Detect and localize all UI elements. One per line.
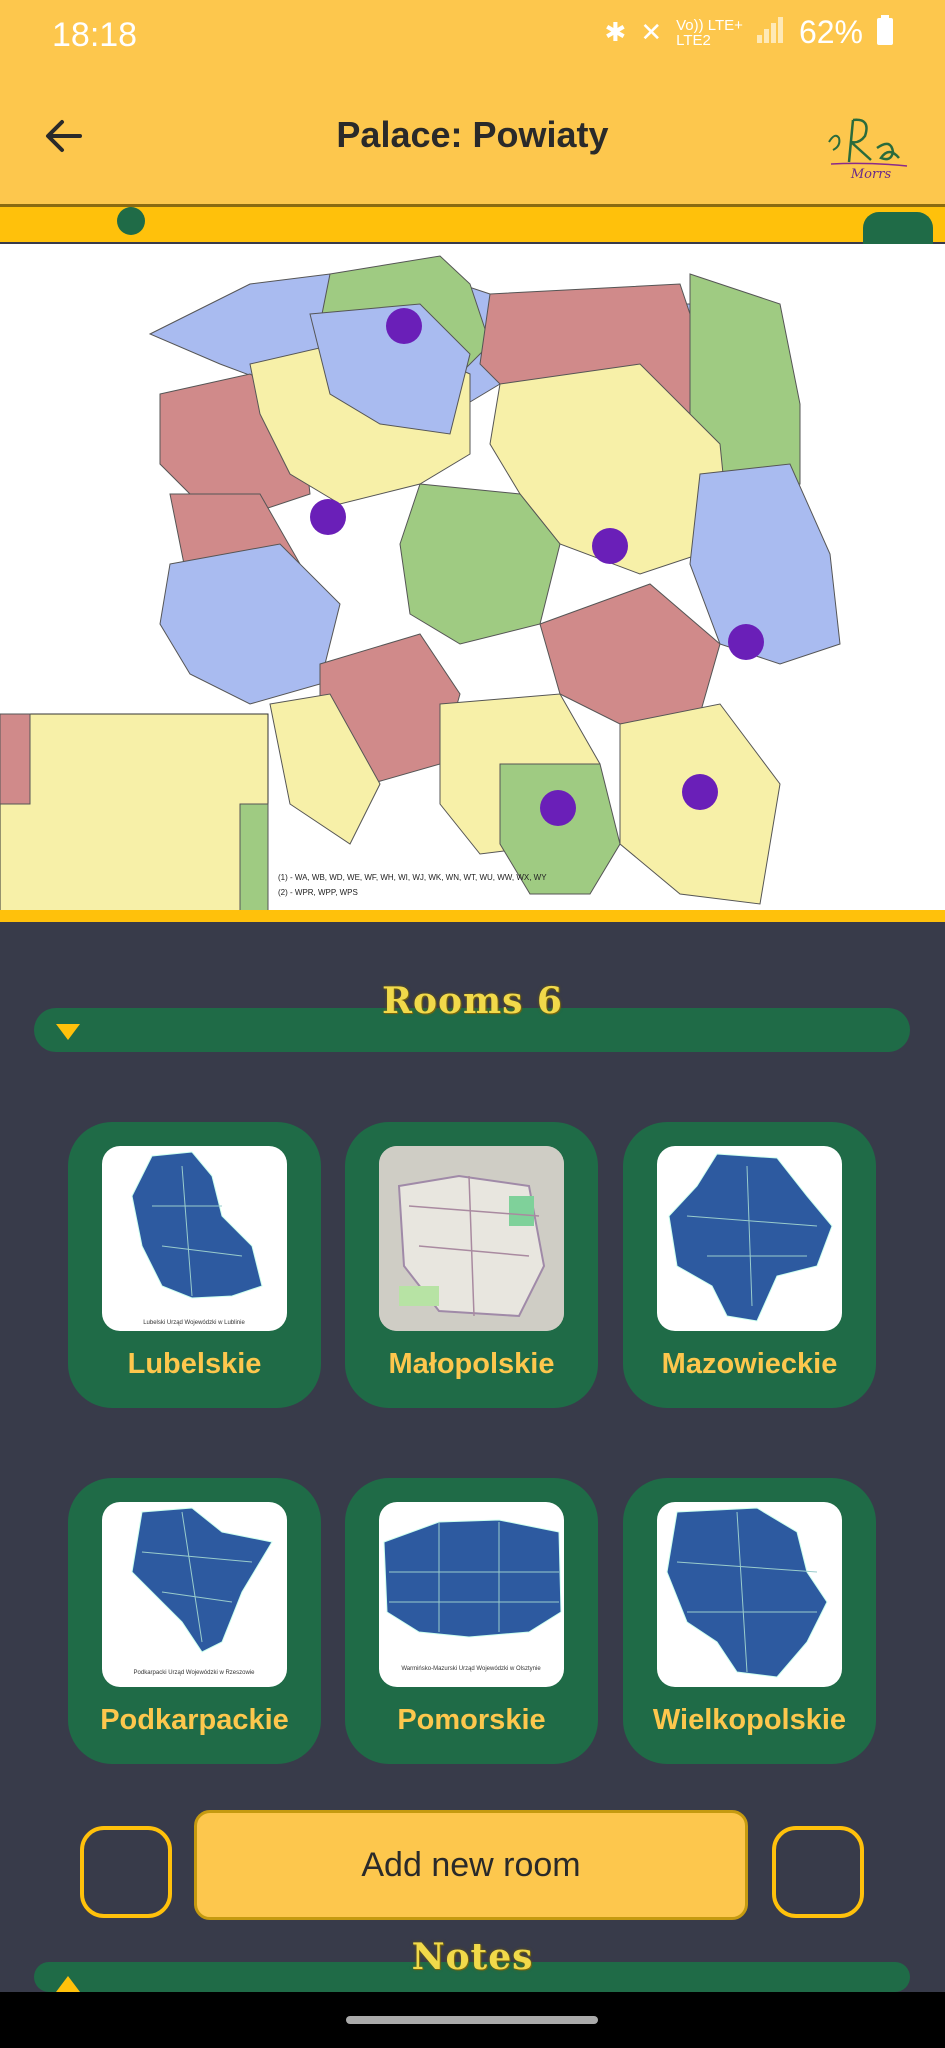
collapse-triangle-icon[interactable] (56, 1024, 80, 1040)
map-footnote-2: (2) - WPR, WPP, WPS (278, 888, 358, 897)
room-card-podkarpackie[interactable]: Podkarpacki Urząd Wojewódzki w Rzeszowie… (68, 1478, 321, 1764)
status-time: 18:18 (52, 16, 138, 54)
room-label: Podkarpackie (100, 1704, 289, 1736)
map-bottom-bar (0, 910, 945, 922)
status-bar: 18:18 ✱ ✕ Vo)) LTE+ LTE2 62% (0, 0, 945, 72)
bluetooth-icon: ✱ (604, 17, 627, 47)
map-marker[interactable] (540, 790, 576, 826)
app-logo: Morrs (819, 102, 919, 182)
signal-icon (756, 17, 785, 48)
room-card-pomorskie[interactable]: Warmińsko-Mazurski Urząd Wojewódzki w Ol… (345, 1478, 598, 1764)
map-footnote-1: (1) - WA, WB, WD, WE, WF, WH, WI, WJ, WK… (278, 873, 547, 882)
thumbnail-caption: Warmińsko-Mazurski Urząd Wojewódzki w Ol… (401, 1666, 541, 1672)
room-thumbnail (657, 1502, 842, 1687)
thumbnail-caption: Lubelski Urząd Wojewódzki w Lublinie (143, 1320, 245, 1326)
room-label: Wielkopolskie (652, 1704, 847, 1736)
expand-triangle-icon[interactable] (56, 1976, 80, 1992)
battery-percent: 62% (798, 14, 863, 50)
room-thumbnail: Warmińsko-Mazurski Urząd Wojewódzki w Ol… (379, 1502, 564, 1687)
room-thumbnail (379, 1146, 564, 1331)
notes-section-title: Notes (411, 1936, 534, 1978)
status-icons: ✱ ✕ Vo)) LTE+ LTE2 62% (605, 14, 893, 51)
room-thumbnail: Lubelski Urząd Wojewódzki w Lublinie (102, 1146, 287, 1331)
room-thumbnail: Podkarpacki Urząd Wojewódzki w Rzeszowie (102, 1502, 287, 1687)
map-marker[interactable] (682, 774, 718, 810)
system-nav-bar (0, 1992, 945, 2048)
map-marker[interactable] (310, 499, 346, 535)
mute-icon: ✕ (640, 17, 663, 47)
room-label: Lubelskie (127, 1348, 262, 1380)
room-label: Pomorskie (397, 1704, 546, 1736)
room-card-wielkopolskie[interactable]: Wielkopolskie (623, 1478, 876, 1764)
map-marker[interactable] (728, 624, 764, 660)
room-label: Mazowieckie (661, 1348, 838, 1380)
home-gesture-handle[interactable] (346, 2016, 598, 2024)
thumbnail-caption: Podkarpacki Urząd Wojewódzki w Rzeszowie (134, 1670, 256, 1676)
map-image[interactable]: (1) - WA, WB, WD, WE, WF, WH, WI, WJ, WK… (0, 244, 945, 912)
map-marker[interactable] (592, 528, 628, 564)
app-bar: Palace: Powiaty Morrs (0, 72, 945, 204)
add-room-button[interactable]: Add new room (194, 1810, 748, 1920)
network-indicator: Vo)) LTE+ LTE2 (676, 18, 743, 48)
room-card-mazowieckie[interactable]: Mazowieckie (623, 1122, 876, 1408)
room-card-malopolskie[interactable]: Małopolskie (345, 1122, 598, 1408)
left-action-button[interactable] (80, 1826, 172, 1918)
battery-icon (877, 15, 893, 50)
map-slider-handle[interactable] (117, 207, 145, 235)
room-thumbnail (657, 1146, 842, 1331)
room-card-lubelskie[interactable]: Lubelski Urząd Wojewódzki w Lublinie Lub… (68, 1122, 321, 1408)
room-label: Małopolskie (388, 1348, 555, 1380)
rooms-section-title: Rooms 6 (382, 980, 563, 1022)
page-title: Palace: Powiaty (336, 114, 609, 155)
logo-text: Morrs (850, 167, 892, 182)
right-action-button[interactable] (772, 1826, 864, 1918)
network-line-2: LTE2 (676, 31, 711, 49)
map-marker[interactable] (386, 308, 422, 344)
